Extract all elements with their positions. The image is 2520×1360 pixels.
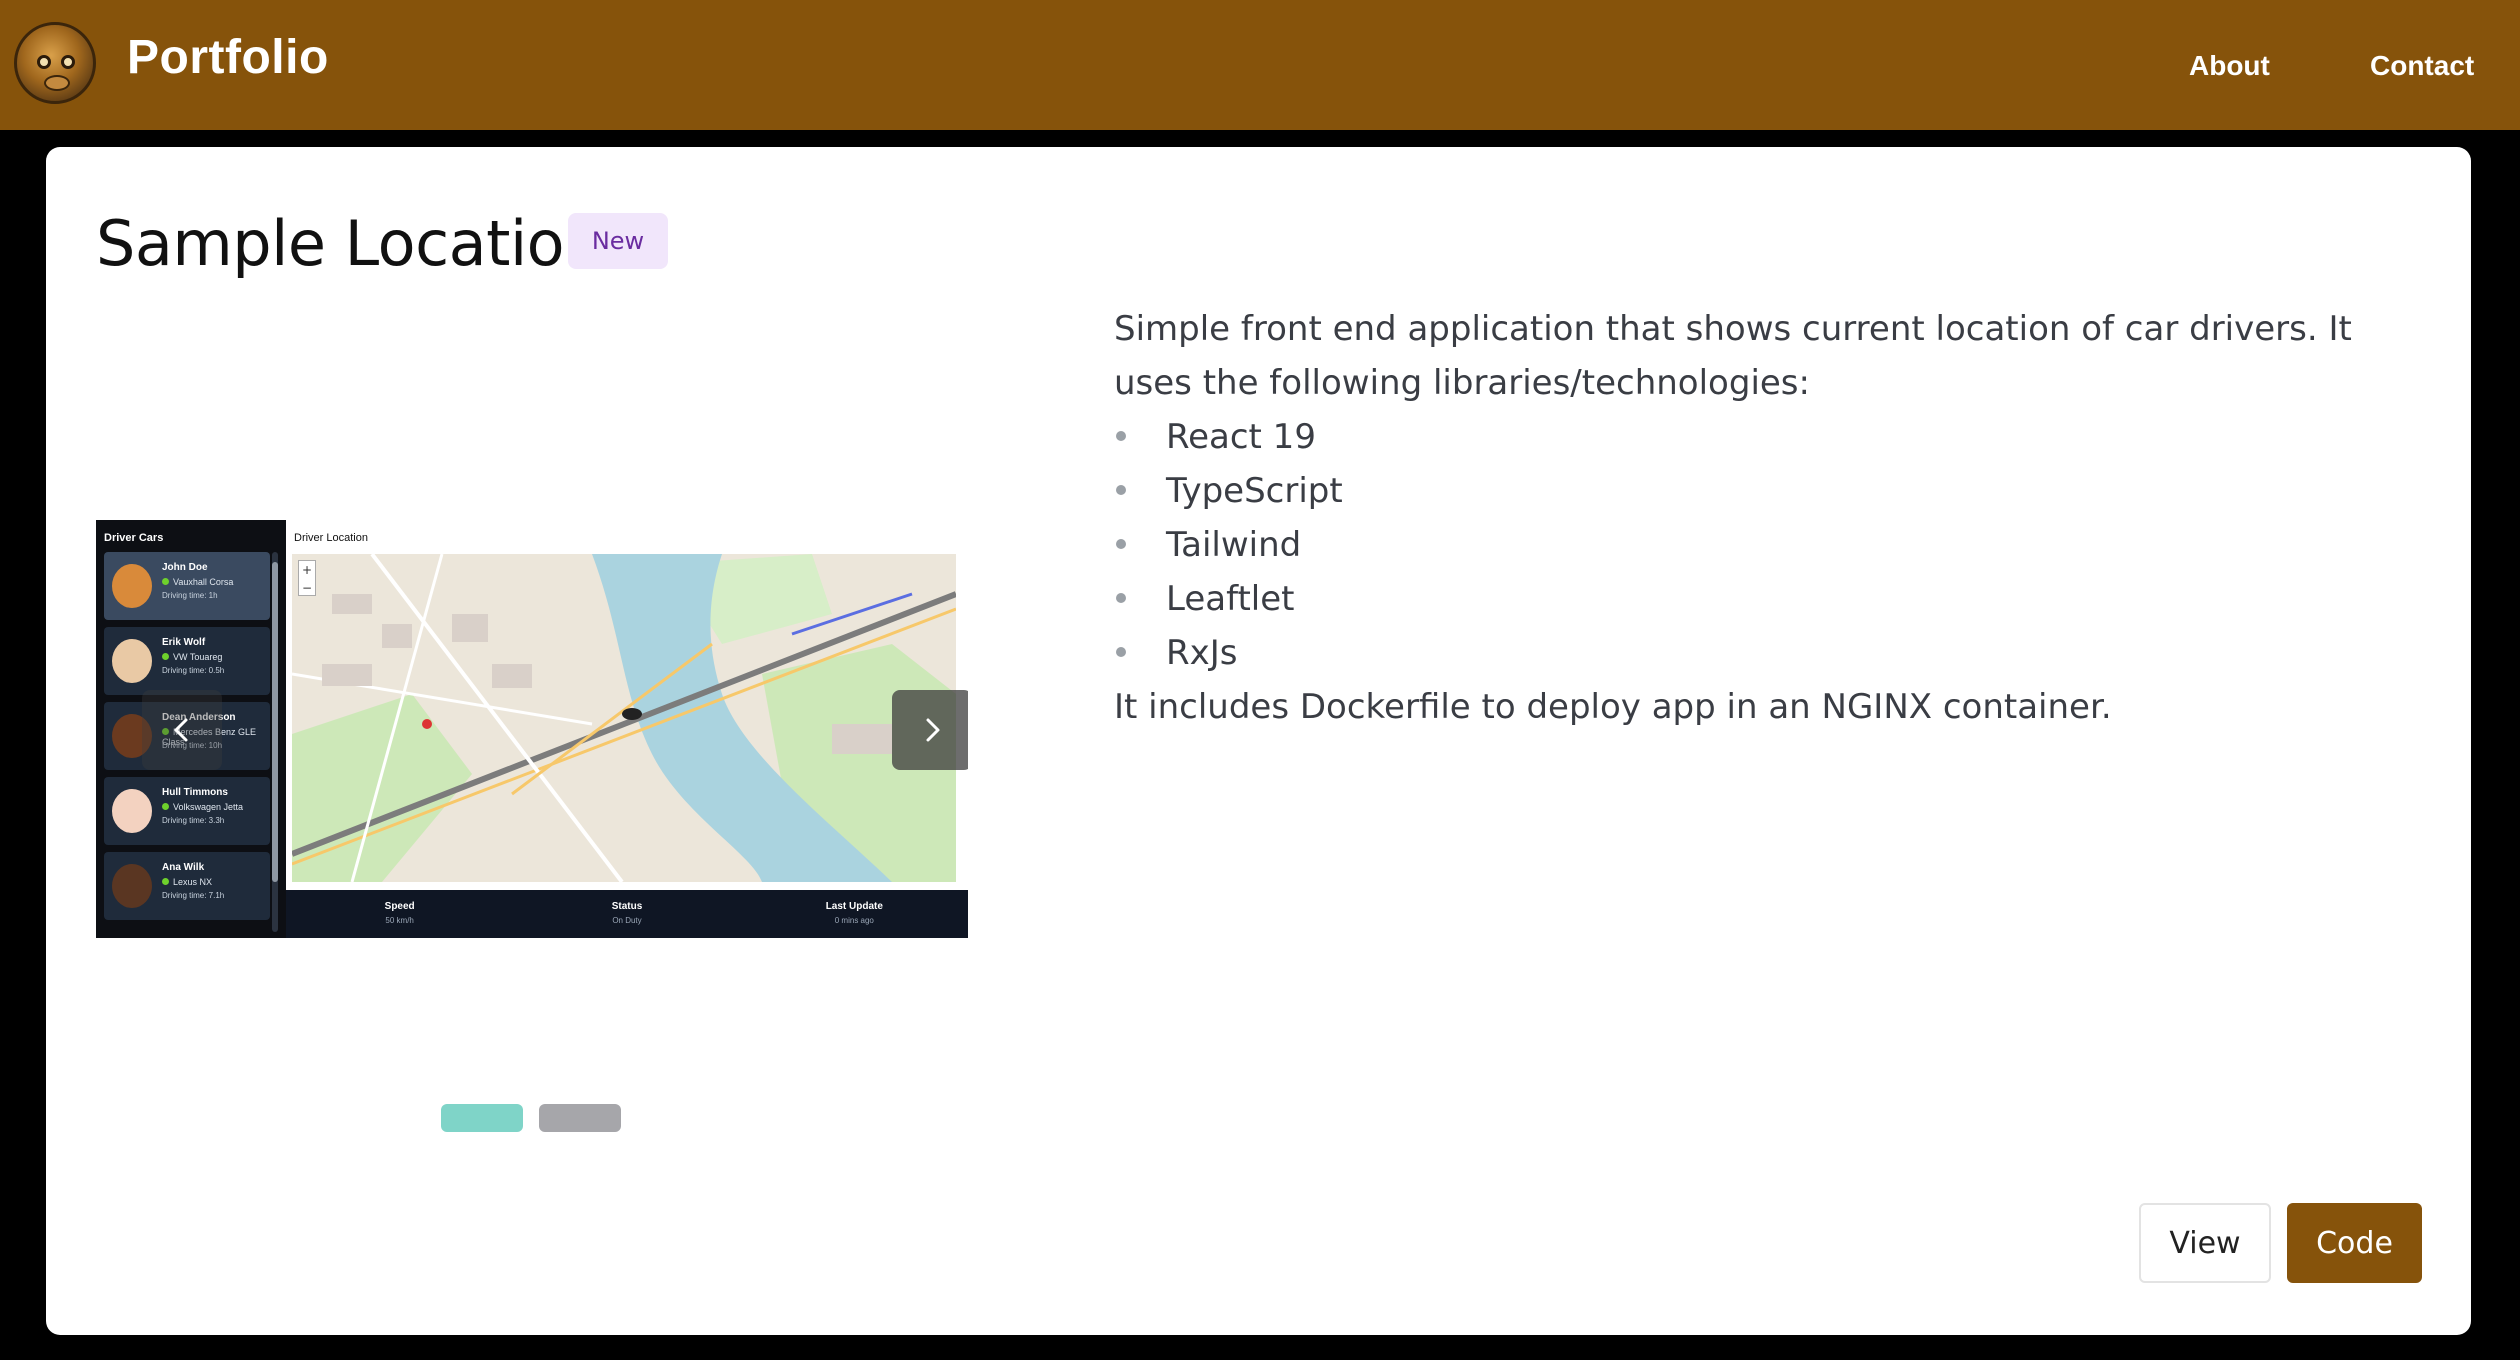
chevron-right-icon bbox=[926, 718, 940, 742]
code-button[interactable]: Code bbox=[2287, 1203, 2422, 1283]
screenshot-scrollbar bbox=[272, 552, 278, 932]
driver-time: Driving time: 1h bbox=[162, 591, 218, 600]
project-description: Simple front end application that shows … bbox=[1114, 302, 2439, 734]
description-text: Simple front end application that shows … bbox=[1114, 309, 2352, 403]
driver-car: VW Touareg bbox=[162, 652, 222, 662]
stat-speed: Speed 50 km/h bbox=[384, 901, 415, 925]
driver-car: Volkswagen Jetta bbox=[162, 802, 243, 812]
driver-avatar bbox=[112, 639, 152, 683]
driver-time: Driving time: 7.1h bbox=[162, 891, 225, 900]
status-dot-icon bbox=[162, 578, 169, 585]
carousel-indicator-1[interactable] bbox=[441, 1104, 523, 1132]
stat-last-update: Last Update 0 mins ago bbox=[825, 901, 883, 925]
driver-card: Hull Timmons Volkswagen Jetta Driving time… bbox=[104, 777, 270, 845]
status-dot-icon bbox=[162, 653, 169, 660]
map-image: + − bbox=[292, 554, 956, 882]
map-graphic bbox=[292, 554, 956, 882]
carousel-next-button[interactable] bbox=[892, 690, 968, 770]
driver-card: Ana Wilk Lexus NX Driving time: 7.1h bbox=[104, 852, 270, 920]
new-badge: New bbox=[568, 213, 668, 269]
carousel-indicator-2[interactable] bbox=[539, 1104, 621, 1132]
status-dot-icon bbox=[162, 878, 169, 885]
screenshot-main-title: Driver Location bbox=[294, 532, 368, 544]
brand-title[interactable]: Portfolio bbox=[127, 30, 329, 85]
driver-name: John Doe bbox=[162, 562, 208, 573]
driver-car: Vauxhall Corsa bbox=[162, 577, 233, 587]
driver-avatar bbox=[112, 789, 152, 833]
driver-card: John Doe Vauxhall Corsa Driving time: 1h bbox=[104, 552, 270, 620]
tech-item: Leaftlet bbox=[1114, 572, 2439, 626]
tech-item: TypeScript bbox=[1114, 464, 2439, 518]
chevron-left-icon bbox=[174, 718, 188, 742]
project-card: Sample Location New Driver Cars John Doe… bbox=[46, 147, 2471, 1335]
driver-card: Erik Wolf VW Touareg Driving time: 0.5h bbox=[104, 627, 270, 695]
nav-link-contact[interactable]: Contact bbox=[2370, 50, 2474, 82]
driver-car: Lexus NX bbox=[162, 877, 212, 887]
screenshot-carousel: Driver Cars John Doe Vauxhall Corsa Drivin… bbox=[96, 520, 968, 938]
status-dot-icon bbox=[162, 803, 169, 810]
stat-status: Status On Duty bbox=[611, 901, 643, 925]
logo-icon[interactable] bbox=[14, 22, 96, 104]
driver-name: Ana Wilk bbox=[162, 862, 205, 873]
technology-list: React 19 TypeScript Tailwind Leaftlet Rx… bbox=[1114, 410, 2439, 680]
carousel-indicators bbox=[441, 1104, 621, 1132]
map-zoom-control: + − bbox=[298, 560, 316, 596]
top-navbar: Portfolio About Contact bbox=[0, 0, 2520, 130]
driver-name: Erik Wolf bbox=[162, 637, 206, 648]
description-footer-note: It includes Dockerfile to deploy app in … bbox=[1114, 687, 2112, 727]
driver-time: Driving time: 0.5h bbox=[162, 666, 225, 675]
tech-item: React 19 bbox=[1114, 410, 2439, 464]
nav-link-about[interactable]: About bbox=[2189, 50, 2270, 82]
screenshot-stats-bar: Speed 50 km/h Status On Duty Last Update… bbox=[286, 890, 968, 938]
screenshot-map-panel: Driver Location + − Speed 50 km/h Status… bbox=[286, 520, 968, 938]
carousel-prev-button[interactable] bbox=[142, 690, 222, 770]
driver-name: Hull Timmons bbox=[162, 787, 228, 798]
tech-item: RxJs bbox=[1114, 626, 2439, 680]
driver-avatar bbox=[112, 864, 152, 908]
tech-item: Tailwind bbox=[1114, 518, 2439, 572]
project-title: Sample Location bbox=[96, 207, 603, 280]
driver-avatar bbox=[112, 564, 152, 608]
driver-time: Driving time: 3.3h bbox=[162, 816, 225, 825]
view-button[interactable]: View bbox=[2139, 1203, 2271, 1283]
screenshot-sidebar-title: Driver Cars bbox=[104, 532, 164, 544]
